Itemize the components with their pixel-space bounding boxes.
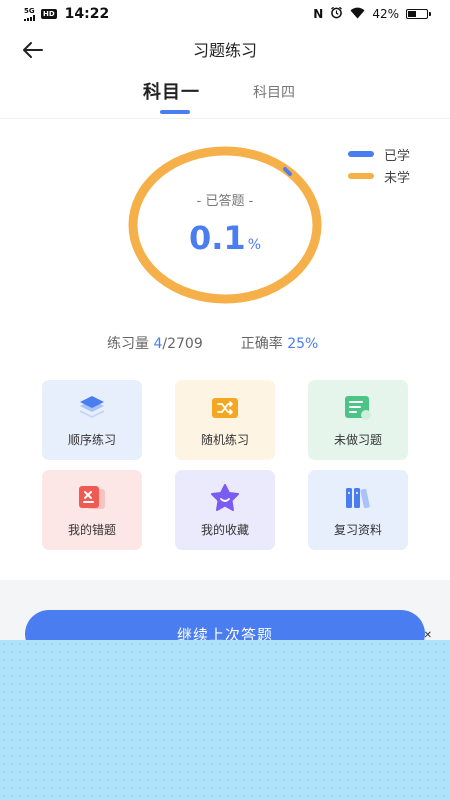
- tile-random-practice[interactable]: 随机练习: [175, 380, 275, 460]
- accuracy-stat: 正确率 25%: [241, 333, 319, 353]
- practice-grid: 顺序练习 随机练习 未做习题 我的错题 我的收藏 复习资料: [42, 380, 409, 550]
- shuffle-icon: [210, 393, 240, 423]
- close-icon[interactable]: ✕: [424, 630, 432, 641]
- tile-label: 我的错题: [67, 522, 116, 537]
- accuracy-value: 25%: [287, 336, 319, 352]
- legend-label-unlearned: 未学: [384, 170, 411, 186]
- note-icon: [343, 393, 373, 423]
- tab-subject-four[interactable]: 科目四: [253, 82, 295, 102]
- legend-label-learned: 已学: [384, 148, 411, 164]
- battery-icon: [406, 9, 431, 19]
- status-bar: 5G HD 14:22 N 42%: [0, 0, 450, 28]
- status-time: 14:22: [64, 6, 110, 22]
- alarm-icon: [330, 6, 343, 22]
- status-right: N 42%: [313, 6, 431, 22]
- header: 习题练习: [0, 28, 450, 70]
- progress-ring: - 已答题 - 0.1%: [127, 145, 323, 305]
- ad-overlay[interactable]: [0, 640, 450, 800]
- legend-item-unlearned: 未学: [348, 165, 410, 187]
- arrow-left-icon: [23, 42, 43, 58]
- nfc-icon: N: [313, 7, 324, 21]
- network-type: 5G: [24, 6, 35, 15]
- practice-total: /2709: [162, 336, 203, 352]
- tile-label: 复习资料: [333, 522, 382, 537]
- tile-label: 顺序练习: [67, 432, 116, 447]
- answered-value: 0.1: [189, 219, 246, 257]
- tile-sequential-practice[interactable]: 顺序练习: [42, 380, 142, 460]
- answered-unit: %: [247, 237, 261, 253]
- tile-unanswered-questions[interactable]: 未做习题: [308, 380, 408, 460]
- battery-percent: 42%: [372, 7, 399, 21]
- practice-stat: 练习量 4/2709: [107, 333, 203, 353]
- tile-review-materials[interactable]: 复习资料: [308, 470, 408, 550]
- tab-subject-one[interactable]: 科目一: [143, 78, 200, 104]
- tile-label: 我的收藏: [200, 522, 249, 537]
- answered-percent: 0.1%: [127, 219, 323, 257]
- subject-tabs: 科目一 科目四: [0, 78, 450, 114]
- answered-label: - 已答题 -: [196, 194, 254, 209]
- tile-my-mistakes[interactable]: 我的错题: [42, 470, 142, 550]
- legend-item-learned: 已学: [348, 143, 410, 165]
- legend: 已学 未学: [348, 143, 410, 187]
- books-icon: [343, 483, 373, 513]
- divider: [0, 118, 450, 119]
- tab-indicator: [160, 110, 190, 114]
- signal-icon: 5G: [24, 6, 35, 21]
- legend-swatch-learned: [348, 151, 374, 157]
- status-left: 5G HD 14:22: [24, 6, 109, 22]
- hd-badge: HD: [41, 9, 57, 19]
- legend-swatch-unlearned: [348, 173, 374, 179]
- tile-label: 未做习题: [333, 432, 382, 447]
- wrong-question-icon: [77, 483, 107, 513]
- star-icon: [210, 483, 240, 513]
- wifi-icon: [350, 7, 365, 22]
- back-button[interactable]: [16, 34, 48, 66]
- practice-label: 练习量: [107, 336, 149, 352]
- accuracy-label: 正确率: [240, 336, 283, 352]
- tile-my-favorites[interactable]: 我的收藏: [175, 470, 275, 550]
- tile-label: 随机练习: [200, 432, 249, 447]
- page-title: 习题练习: [192, 41, 257, 60]
- layers-icon: [77, 393, 107, 423]
- stats-row: 练习量 4/2709 正确率 25%: [107, 333, 318, 353]
